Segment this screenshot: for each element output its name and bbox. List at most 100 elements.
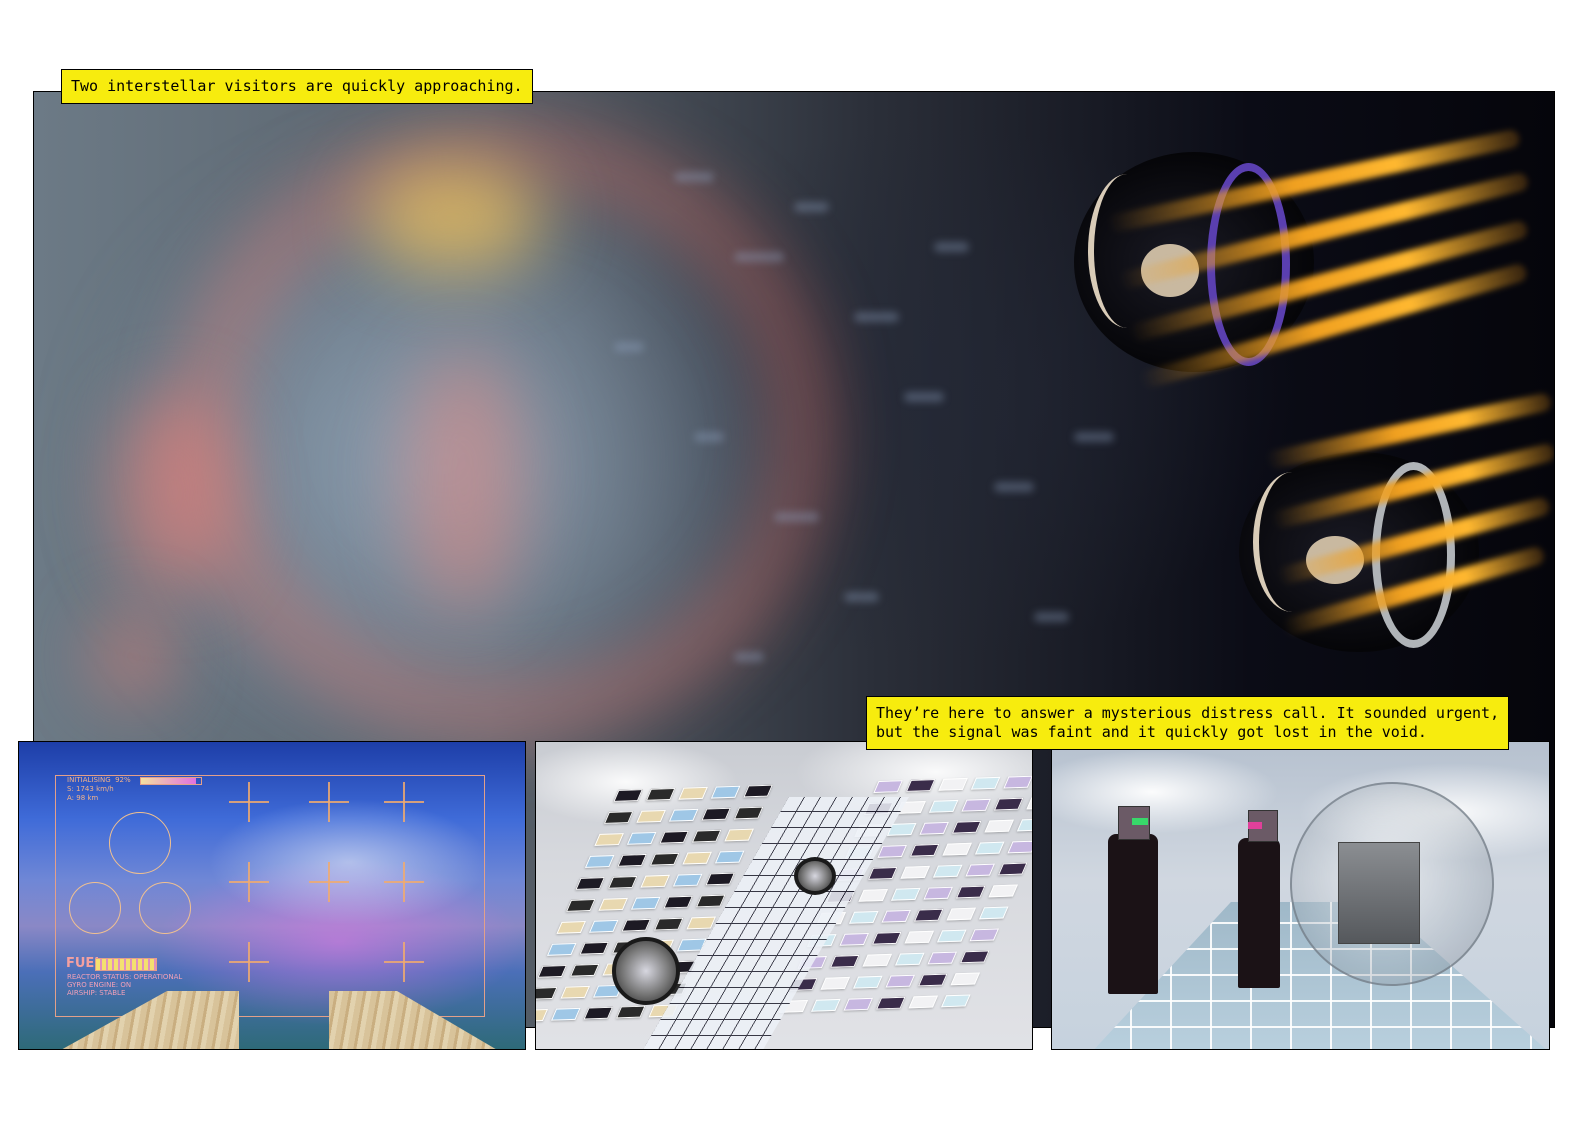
floating-screen-tile — [579, 941, 610, 955]
floating-screen-tile — [946, 907, 977, 921]
floating-screen-tile — [724, 828, 754, 842]
floating-screen-tile — [621, 918, 651, 932]
floating-screen-tile — [668, 808, 699, 822]
star-streak — [794, 202, 829, 212]
star-streak — [904, 392, 944, 402]
airship-status: AIRSHIP: STABLE — [67, 989, 126, 997]
capsule-foreground — [612, 937, 680, 1005]
airship-wireframe-icon — [139, 882, 191, 934]
star-streak — [614, 342, 644, 352]
floating-screen-tile — [695, 894, 726, 908]
floating-screen-tile — [536, 1008, 549, 1022]
floating-screen-tile — [961, 798, 991, 812]
floating-screen-tile — [743, 784, 773, 798]
crosshair-icon — [384, 942, 424, 982]
floating-screen-tile — [551, 1007, 581, 1021]
floating-screen-tile — [904, 930, 935, 944]
floating-screen-tile — [938, 777, 968, 791]
floating-screen-tile — [537, 964, 568, 978]
visitor-visor-left — [1132, 818, 1148, 825]
floating-screen-tile — [905, 779, 936, 792]
floating-screen-tile — [941, 994, 971, 1008]
floating-screen-tile — [649, 852, 680, 866]
floating-screen-tile — [900, 865, 930, 879]
floating-screen-tile — [630, 896, 661, 910]
star-streak — [854, 312, 899, 322]
airship-wireframe-icon — [69, 882, 121, 934]
floating-screen-tile — [881, 909, 912, 923]
visitor-visor-right — [1248, 822, 1262, 829]
star-streak — [734, 252, 784, 262]
floating-screen-tile — [877, 845, 907, 858]
floating-screen-tile — [876, 996, 906, 1010]
floating-screen-tile — [583, 1006, 614, 1020]
floating-screen-tile — [705, 872, 735, 886]
floating-screen-tile — [607, 875, 638, 889]
floating-screen-tile — [871, 931, 902, 945]
crosshair-icon — [229, 942, 269, 982]
star-streak — [994, 482, 1034, 492]
floating-screen-tile — [950, 972, 981, 986]
floating-screen-tile — [909, 843, 940, 857]
floating-screen-tile — [603, 811, 634, 824]
floating-screen-tile — [594, 833, 624, 846]
airship-wireframe-icon — [109, 812, 171, 874]
floating-screen-tile — [653, 917, 684, 931]
floating-screen-tile — [885, 974, 916, 988]
floating-screen-tile — [984, 819, 1014, 833]
fuel-gauge — [95, 958, 157, 971]
floating-screen-tile — [829, 954, 860, 968]
hud-altitude: A: 98 km — [67, 794, 99, 802]
caption-top: Two interstellar visitors are quickly ap… — [61, 69, 533, 104]
floating-screen-tile — [811, 998, 841, 1012]
floating-screen-tile — [714, 850, 745, 864]
floating-screen-tile — [686, 916, 716, 930]
visitor-figure-left — [1108, 834, 1158, 994]
floating-screen-tile — [613, 789, 643, 802]
floating-screen-tile — [867, 866, 898, 880]
floating-screen-tile — [928, 799, 959, 813]
floating-screen-tile — [536, 986, 558, 1000]
floating-screen-tile — [616, 1005, 646, 1019]
floating-screen-tile — [733, 806, 764, 820]
visitor-figure-right — [1238, 838, 1280, 988]
floating-screen-tile — [710, 785, 741, 799]
floating-screen-tile — [978, 906, 1009, 920]
floating-screen-tile — [1026, 796, 1032, 810]
star-streak — [694, 432, 724, 442]
floating-screen-tile — [843, 997, 874, 1011]
floating-screen-tile — [575, 877, 605, 890]
floating-screen-tile — [951, 820, 982, 834]
panel-visitors — [1051, 741, 1550, 1050]
floating-screen-tile — [546, 943, 577, 956]
floating-screen-tile — [919, 821, 949, 835]
floating-screen-tile — [969, 928, 1000, 942]
panel-tile-field — [535, 741, 1033, 1050]
floating-screen-tile — [1003, 775, 1032, 789]
floating-screen-tile — [848, 910, 879, 924]
floating-screen-tile — [974, 841, 1005, 855]
planet-spot — [94, 612, 174, 702]
floating-screen-tile — [923, 886, 953, 900]
planet-highlight — [364, 162, 544, 272]
floating-screen-tile — [942, 842, 972, 856]
floating-screen-tile — [691, 829, 722, 843]
floating-screen-tile — [701, 807, 731, 821]
crosshair-icon — [229, 782, 269, 822]
caption-distress-call: They’re here to answer a mysterious dist… — [866, 696, 1510, 750]
floating-screen-tile — [839, 932, 870, 946]
floating-screen-tile — [997, 862, 1028, 876]
floating-screen-tile — [894, 952, 925, 966]
planet-spot — [404, 352, 524, 612]
crosshair-icon — [309, 862, 349, 902]
floating-screen-tile — [890, 887, 921, 901]
floating-screen-tile — [988, 884, 1018, 898]
star-streak — [844, 592, 879, 602]
floating-screen-tile — [820, 976, 851, 990]
floating-screen-tile — [672, 873, 703, 887]
floating-screen-tile — [640, 874, 670, 888]
floating-screen-tile — [560, 985, 591, 999]
crosshair-icon — [309, 782, 349, 822]
floating-screen-tile — [682, 851, 712, 865]
floating-screen-tile — [852, 975, 883, 989]
